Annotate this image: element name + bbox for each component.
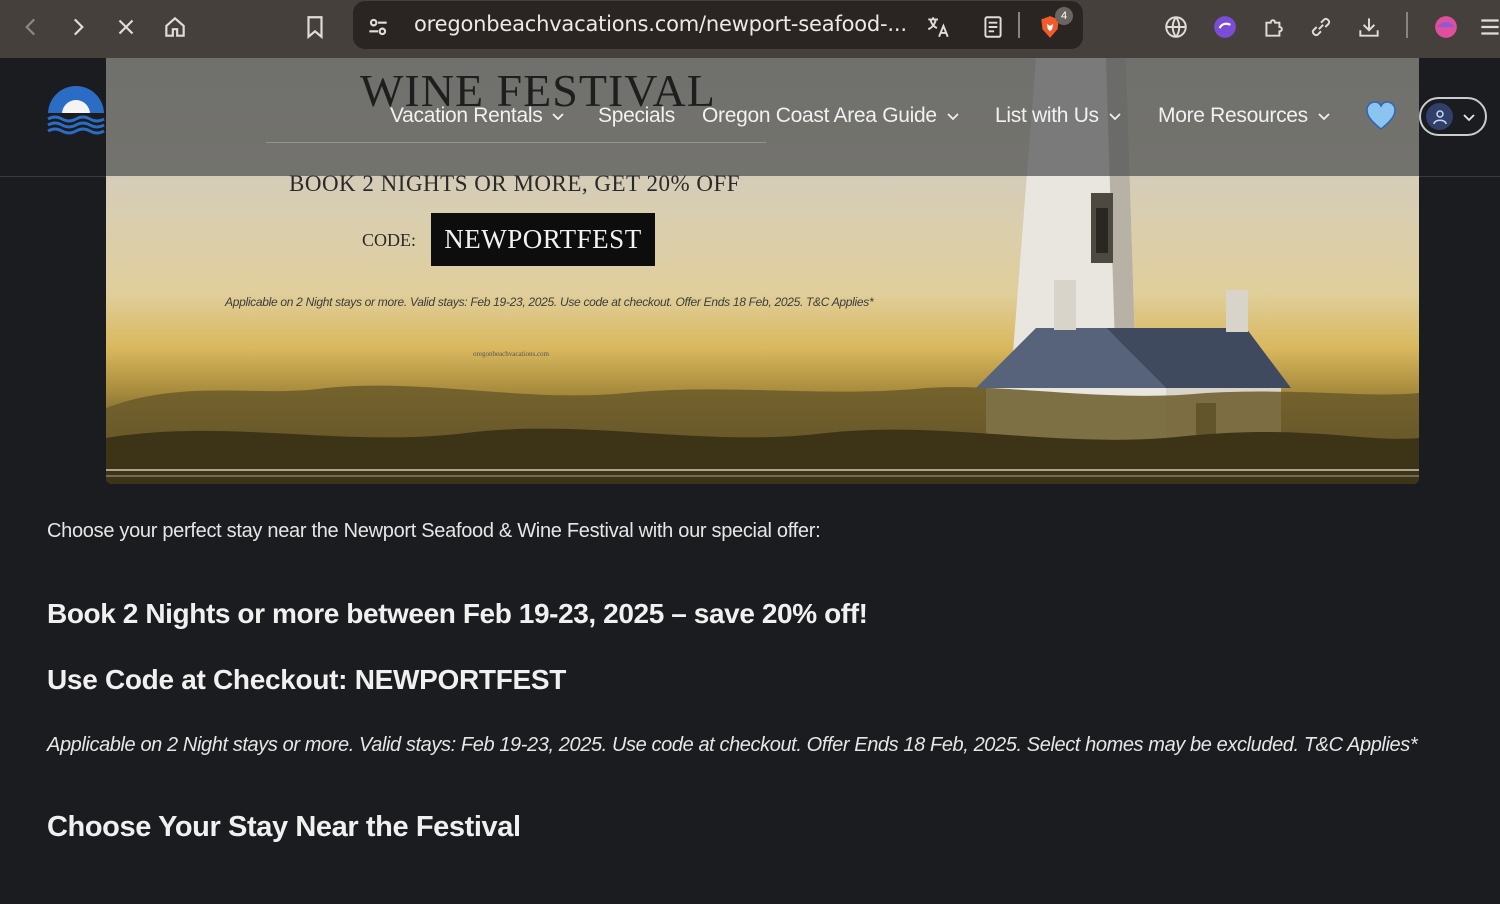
back-icon[interactable]	[13, 9, 49, 45]
chevron-down-icon	[1109, 113, 1121, 121]
reader-mode-icon[interactable]	[975, 9, 1011, 45]
chevron-down-icon	[1463, 113, 1475, 121]
stay-heading: Choose Your Stay Near the Festival	[47, 811, 521, 843]
nav-label: Vacation Rentals	[390, 104, 543, 127]
hero-code-label: CODE:	[362, 230, 416, 250]
bookmark-icon[interactable]	[297, 9, 333, 45]
hero-subtitle: BOOK 2 NIGHTS OR MORE, GET 20% OFF	[289, 171, 741, 196]
nav-label: List with Us	[995, 104, 1099, 127]
chevron-down-icon	[552, 113, 565, 121]
nav-label: Oregon Coast Area Guide	[702, 104, 937, 127]
nav-area-guide[interactable]: Oregon Coast Area Guide	[702, 104, 961, 128]
hero-site-url: oregonbeachvacations.com	[473, 350, 549, 358]
extensions-puzzle-icon[interactable]	[1256, 9, 1292, 45]
code-prefix: Use Code at Checkout:	[47, 664, 355, 695]
user-icon	[1426, 103, 1453, 130]
hero-fine-print: Applicable on 2 Night stays or more. Val…	[225, 295, 874, 309]
account-menu-button[interactable]	[1419, 97, 1487, 136]
nav-label: Specials	[598, 104, 675, 127]
chevron-down-icon	[947, 113, 959, 121]
promo-code: NEWPORTFEST	[354, 664, 567, 695]
link-icon[interactable]	[1303, 9, 1339, 45]
menu-icon[interactable]	[1472, 9, 1500, 45]
fine-print: Applicable on 2 Night stays or more. Val…	[47, 734, 1418, 756]
chevron-down-icon	[1318, 113, 1330, 121]
offer-heading: Book 2 Nights or more between Feb 19-23,…	[47, 598, 868, 629]
hero-code-box: NEWPORTFEST	[431, 213, 655, 266]
url-text[interactable]: oregonbeachvacations.com/newport-seafood…	[414, 12, 907, 36]
shield-count-badge: 4	[1055, 7, 1073, 25]
home-icon[interactable]	[157, 9, 193, 45]
nav-list-with-us[interactable]: List with Us	[995, 104, 1123, 128]
hero-divider-line	[266, 142, 766, 143]
globe-icon[interactable]	[1158, 9, 1194, 45]
stop-loading-icon[interactable]	[108, 9, 144, 45]
favorites-heart-icon[interactable]	[1365, 101, 1397, 131]
intro-paragraph: Choose your perfect stay near the Newpor…	[47, 520, 821, 542]
download-icon[interactable]	[1351, 9, 1387, 45]
translate-icon[interactable]	[920, 9, 956, 45]
toolbar-divider	[1018, 12, 1020, 38]
nav-label: More Resources	[1158, 104, 1308, 127]
forward-icon[interactable]	[60, 9, 96, 45]
browser-toolbar: oregonbeachvacations.com/newport-seafood…	[0, 0, 1500, 58]
nav-more-resources[interactable]: More Resources	[1158, 104, 1332, 128]
site-settings-icon[interactable]	[360, 9, 396, 45]
extension-purple-icon[interactable]	[1207, 9, 1243, 45]
nav-vacation-rentals[interactable]: Vacation Rentals	[390, 104, 566, 128]
nav-specials[interactable]: Specials	[598, 104, 675, 128]
toolbar-divider	[1406, 12, 1408, 38]
site-logo[interactable]	[46, 80, 106, 152]
code-heading: Use Code at Checkout: NEWPORTFEST	[47, 664, 566, 696]
profile-avatar-icon[interactable]	[1428, 9, 1464, 45]
